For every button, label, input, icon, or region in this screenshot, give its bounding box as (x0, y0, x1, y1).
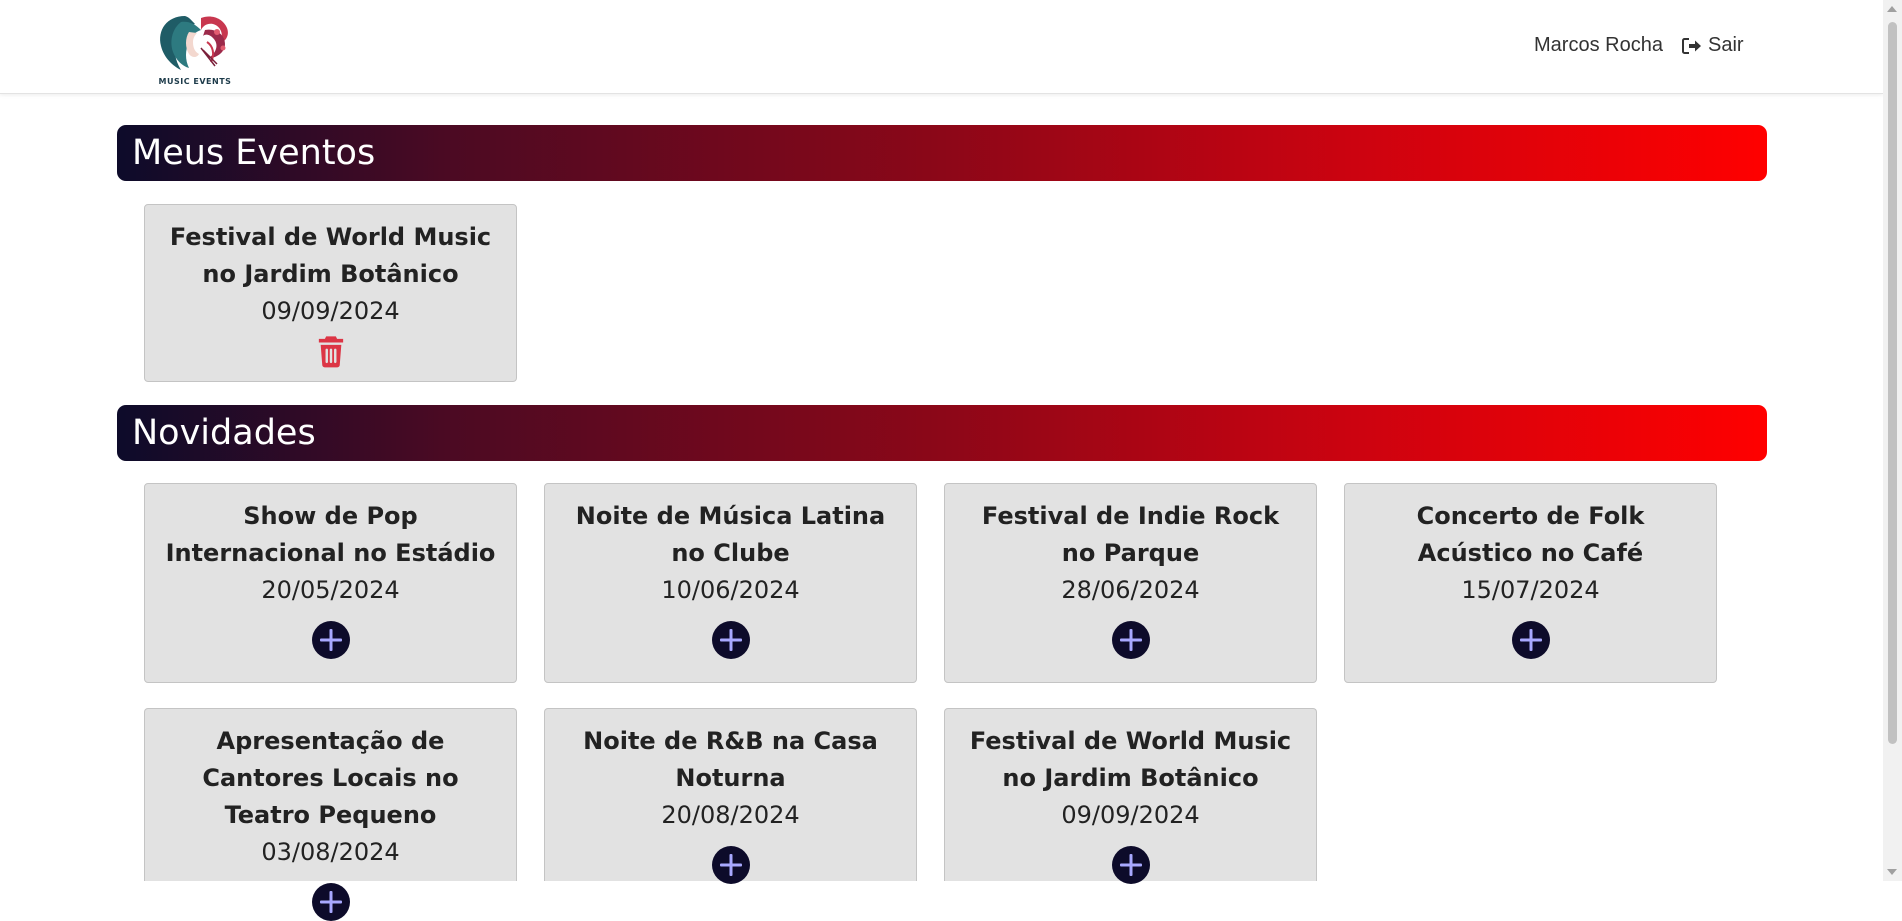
trash-icon[interactable] (316, 334, 346, 368)
event-title: Concerto de Folk Acústico no Café (1416, 502, 1645, 567)
news-header: Novidades (117, 405, 1767, 461)
news-event-card: Festival de World Music no Jardim Botâni… (944, 708, 1317, 884)
page-scrollbar[interactable] (1883, 0, 1902, 881)
add-event-icon[interactable] (311, 621, 350, 659)
logo-mark-icon (160, 16, 228, 70)
event-date: 15/07/2024 (1461, 576, 1600, 604)
news-event-card: Noite de Música Latina no Clube 10/06/20… (544, 483, 917, 683)
news-event-card: Noite de R&B na Casa Noturna 20/08/2024 (544, 708, 917, 884)
my-events-title: Meus Eventos (132, 133, 376, 173)
event-title: Show de Pop Internacional no Estádio (165, 502, 496, 567)
event-title: Noite de R&B na Casa Noturna (583, 727, 878, 792)
event-title: Apresentação de Cantores Locais no Teatr… (202, 727, 459, 829)
top-navbar: MUSIC EVENTS Marcos Rocha Sair (0, 0, 1883, 94)
event-date: 20/08/2024 (661, 801, 800, 829)
news-title: Novidades (132, 413, 316, 453)
logout-button[interactable]: Sair (1682, 34, 1744, 57)
event-date: 09/09/2024 (261, 297, 400, 325)
add-event-icon[interactable] (1111, 846, 1150, 884)
event-title: Noite de Música Latina no Clube (575, 502, 886, 567)
event-date: 10/06/2024 (661, 576, 800, 604)
event-title: Festival de Indie Rock no Parque (981, 502, 1280, 567)
add-event-icon[interactable] (1511, 621, 1550, 659)
event-title: Festival de World Music no Jardim Botâni… (969, 727, 1292, 792)
scroll-up-arrow-icon[interactable] (1887, 6, 1897, 12)
add-event-icon[interactable] (711, 621, 750, 659)
event-date: 09/09/2024 (1061, 801, 1200, 829)
news-event-card: Festival de Indie Rock no Parque 28/06/2… (944, 483, 1317, 683)
news-event-card: Concerto de Folk Acústico no Café 15/07/… (1344, 483, 1717, 683)
logo-text: MUSIC EVENTS (158, 77, 232, 86)
scroll-down-arrow-icon[interactable] (1887, 869, 1897, 875)
event-date: 03/08/2024 (261, 838, 400, 866)
news-event-card: Show de Pop Internacional no Estádio 20/… (144, 483, 517, 683)
event-date: 28/06/2024 (1061, 576, 1200, 604)
add-event-icon[interactable] (711, 846, 750, 884)
news-event-card: Apresentação de Cantores Locais no Teatr… (144, 708, 517, 921)
sign-out-icon (1682, 37, 1701, 54)
music-events-logo[interactable]: MUSIC EVENTS (145, 8, 245, 86)
my-event-card: Festival de World Music no Jardim Botâni… (144, 204, 517, 382)
logout-label: Sair (1708, 34, 1744, 56)
scrollbar-thumb[interactable] (1888, 22, 1897, 744)
add-event-icon[interactable] (1111, 621, 1150, 659)
event-date: 20/05/2024 (261, 576, 400, 604)
user-name: Marcos Rocha (1534, 34, 1663, 56)
event-title: Festival de World Music no Jardim Botâni… (169, 223, 492, 288)
add-event-icon[interactable] (311, 883, 350, 921)
my-events-header: Meus Eventos (117, 125, 1767, 181)
